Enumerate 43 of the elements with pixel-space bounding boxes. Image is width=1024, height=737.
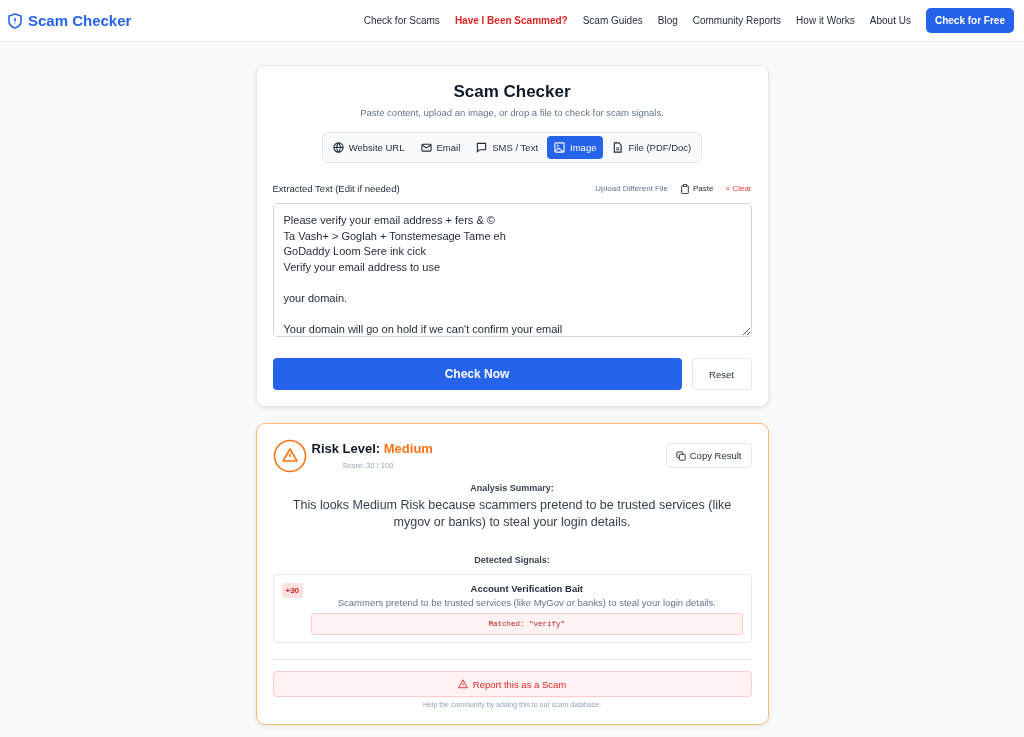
risk-level-value: Medium [383, 441, 433, 456]
input-type-tab[interactable]: SMS / Text [469, 136, 546, 159]
report-scam-button[interactable]: Report this as a Scam [272, 671, 752, 697]
globe-icon [332, 142, 344, 153]
nav-link[interactable]: Community Reports [692, 15, 782, 26]
envelope-icon [420, 142, 432, 153]
copy-icon [675, 450, 686, 461]
image-icon [554, 142, 566, 153]
nav-link[interactable]: Have I Been Scammed? [454, 15, 568, 26]
clipboard-icon [680, 183, 690, 194]
input-type-tab[interactable]: File (PDF/Doc) [605, 136, 699, 159]
checker-title: Scam Checker [452, 82, 572, 102]
field-label: Extracted Text (Edit if needed) [272, 183, 400, 194]
nav-link[interactable]: Blog [657, 15, 678, 26]
input-type-tab[interactable]: Email [413, 136, 468, 159]
nav-link[interactable]: Check for Scams [363, 15, 440, 26]
nav-link[interactable]: How it Works [796, 15, 855, 26]
document-icon [612, 142, 624, 153]
check-for-free-button[interactable]: Check for Free [925, 8, 1014, 33]
summary-heading: Analysis Summary: [469, 483, 555, 493]
site-logo-text[interactable]: Scam Checker [28, 12, 132, 29]
risk-level-label: Risk Level: [311, 441, 381, 456]
shield-icon [8, 12, 22, 29]
copy-result-button[interactable]: Copy Result [665, 443, 752, 468]
reset-button[interactable]: Reset [691, 358, 752, 390]
nav-link[interactable]: Scam Guides [582, 15, 643, 26]
signal-title: Account Verification Bait [470, 583, 583, 594]
check-now-button[interactable]: Check Now [272, 358, 682, 390]
warning-icon [272, 439, 307, 473]
extracted-text-field[interactable]: Please verify your email address + fers & © Ta Vash+ > Goglah + Tonstemesage Tame eh GoDaddy Loom Sere ink cick Verify your email address to use your domain. Your domain will go on hold if we can't confirm your email [272, 203, 752, 337]
signal-description: Scammers pretend to be trusted services (like MyGov or banks) to steal your login details. [337, 597, 716, 608]
summary-text: This looks Medium Risk because scammers pretend to be trusted services (like mygov or banks) to steal your login details. [291, 497, 733, 531]
input-type-tab[interactable]: Image [547, 136, 604, 159]
input-type-tab[interactable]: Website URL [325, 136, 412, 159]
paste-button[interactable]: Paste [680, 183, 714, 194]
warning-icon [457, 679, 468, 689]
checker-subtitle: Paste content, upload an image, or drop a file to check for scam signals. [359, 107, 665, 118]
upload-different-file-link[interactable]: Upload Different File [595, 184, 668, 193]
chat-bubble-icon [476, 142, 488, 153]
clear-button[interactable]: × Clear [725, 184, 752, 193]
signals-heading: Detected Signals: [473, 555, 551, 565]
nav-link[interactable]: About Us [869, 15, 911, 26]
points-badge: +30 [281, 583, 304, 598]
